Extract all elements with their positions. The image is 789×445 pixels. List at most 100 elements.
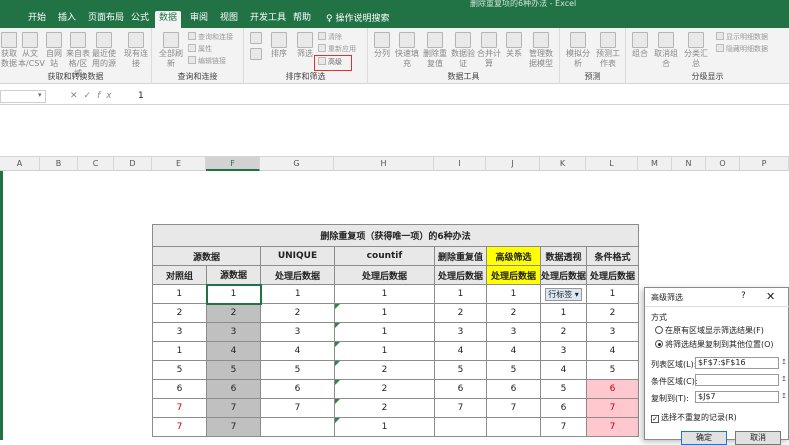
subheader-processed[interactable]: 处理后数据: [586, 265, 639, 285]
cell[interactable]: 6: [434, 379, 487, 399]
subheader-processed[interactable]: 处理后数据: [334, 265, 435, 285]
fx-icon[interactable]: fx: [97, 91, 118, 101]
reapply-button[interactable]: 重新应用: [318, 44, 356, 54]
cell[interactable]: 7: [152, 398, 207, 418]
check-icon[interactable]: ✓: [84, 91, 98, 101]
flash-fill-button[interactable]: 快速填充: [394, 32, 420, 69]
column-header[interactable]: D: [114, 157, 152, 171]
edit-links-button[interactable]: 编辑链接: [188, 56, 226, 66]
recent-sources-button[interactable]: 最近使用的源: [92, 32, 116, 69]
ok-button[interactable]: 确定: [681, 431, 727, 445]
from-text-button[interactable]: 从文本/CSV: [18, 32, 45, 69]
tab-page-layout[interactable]: 页面布局: [84, 11, 128, 28]
remove-duplicates-button[interactable]: 删除重复值: [422, 32, 448, 69]
cell[interactable]: 1: [434, 284, 487, 304]
relationships-button[interactable]: 关系: [504, 32, 524, 59]
cell[interactable]: [434, 417, 487, 437]
cell[interactable]: 4: [486, 341, 541, 361]
cell[interactable]: 2: [486, 303, 541, 323]
cell[interactable]: 4: [540, 360, 587, 380]
cell[interactable]: 1: [586, 284, 639, 304]
cell[interactable]: 6: [260, 379, 335, 399]
cell[interactable]: 4: [260, 341, 335, 361]
sort-button[interactable]: 排序: [266, 32, 292, 59]
collapse-dialog-icon[interactable]: ↥: [781, 392, 789, 404]
cell[interactable]: 1: [334, 284, 435, 304]
cell[interactable]: 3: [434, 322, 487, 342]
cell[interactable]: 7: [206, 398, 261, 418]
cell[interactable]: 6: [586, 379, 639, 399]
filter-button[interactable]: 筛选: [294, 32, 316, 59]
column-header[interactable]: J: [486, 157, 540, 171]
column-header[interactable]: O: [706, 157, 740, 171]
cell[interactable]: 7: [206, 417, 261, 437]
cell[interactable]: 3: [486, 322, 541, 342]
check-icon[interactable]: ✓: [651, 415, 659, 423]
cell[interactable]: 6: [206, 379, 261, 399]
subheader-processed[interactable]: 处理后数据: [260, 265, 335, 285]
cell[interactable]: 5: [486, 360, 541, 380]
collapse-dialog-icon[interactable]: ↥: [781, 358, 789, 370]
cell[interactable]: 1: [205, 283, 262, 305]
column-header[interactable]: H: [334, 157, 434, 171]
column-header[interactable]: N: [672, 157, 706, 171]
consolidate-button[interactable]: 合并计算: [476, 32, 502, 69]
column-header[interactable]: E: [152, 157, 206, 171]
ungroup-button[interactable]: 取消组合: [652, 32, 680, 69]
formula-bar-expanded[interactable]: [0, 105, 789, 157]
cell[interactable]: 1: [540, 303, 587, 323]
cell[interactable]: 2: [540, 322, 587, 342]
subheader-source[interactable]: 源数据: [206, 265, 261, 285]
cell[interactable]: 2: [334, 379, 435, 399]
cell[interactable]: 4: [206, 341, 261, 361]
cell[interactable]: 7: [540, 417, 587, 437]
cell[interactable]: 4: [586, 341, 639, 361]
manage-data-model-button[interactable]: 管理数据模型: [526, 32, 556, 69]
cell[interactable]: 6: [486, 379, 541, 399]
cell[interactable]: 3: [540, 341, 587, 361]
cell[interactable]: 1: [334, 303, 435, 323]
cell[interactable]: 1: [334, 322, 435, 342]
cell[interactable]: 行标签 ▾: [540, 284, 587, 304]
cell[interactable]: 3: [152, 322, 207, 342]
cell[interactable]: 2: [206, 303, 261, 323]
column-header[interactable]: K: [540, 157, 586, 171]
formula-value[interactable]: 1: [138, 91, 144, 101]
collapse-dialog-icon[interactable]: ↥: [781, 375, 789, 387]
table-title[interactable]: 删除重复项（获得唯一项）的6种办法: [152, 224, 639, 247]
header-source-group[interactable]: 源数据: [152, 246, 261, 266]
column-header[interactable]: B: [40, 157, 78, 171]
column-header[interactable]: F: [206, 157, 260, 171]
cell[interactable]: 5: [540, 379, 587, 399]
what-if-button[interactable]: 模拟分析: [564, 32, 592, 69]
tell-me-search[interactable]: ♀ 操作说明搜索: [326, 11, 389, 24]
cell[interactable]: 5: [152, 360, 207, 380]
text-to-columns-button[interactable]: 分列: [372, 32, 392, 59]
cell[interactable]: 5: [434, 360, 487, 380]
tab-insert[interactable]: 插入: [54, 11, 80, 28]
cancel-button[interactable]: 取消: [735, 431, 781, 445]
tab-help[interactable]: 帮助: [289, 11, 315, 28]
option-copy-to[interactable]: 将筛选结果复制到其他位置(O): [655, 339, 774, 350]
close-icon[interactable]: ✕: [766, 290, 775, 303]
cell[interactable]: 4: [434, 341, 487, 361]
option-in-place[interactable]: 在原有区域显示筛选结果(F): [655, 325, 764, 336]
header-remove-duplicates[interactable]: 删除重复值: [434, 246, 487, 266]
cell[interactable]: 2: [586, 303, 639, 323]
subheader-compare[interactable]: 对照组: [152, 265, 207, 285]
subtotal-button[interactable]: 分类汇总: [682, 32, 710, 69]
help-icon[interactable]: ?: [741, 291, 746, 301]
group-button[interactable]: 组合: [630, 32, 650, 59]
cell[interactable]: 1: [152, 284, 207, 304]
criteria-range-input[interactable]: [695, 374, 779, 386]
subheader-processed[interactable]: 处理后数据: [486, 265, 541, 285]
cell[interactable]: 2: [260, 303, 335, 323]
cell[interactable]: 2: [152, 303, 207, 323]
forecast-sheet-button[interactable]: 预测工作表: [594, 32, 622, 69]
cell[interactable]: 7: [434, 398, 487, 418]
cell[interactable]: 7: [586, 417, 639, 437]
from-web-button[interactable]: 自网站: [44, 32, 64, 69]
cell[interactable]: 3: [206, 322, 261, 342]
refresh-all-button[interactable]: 全部刷新: [156, 32, 186, 69]
tab-developer[interactable]: 开发工具: [246, 11, 290, 28]
